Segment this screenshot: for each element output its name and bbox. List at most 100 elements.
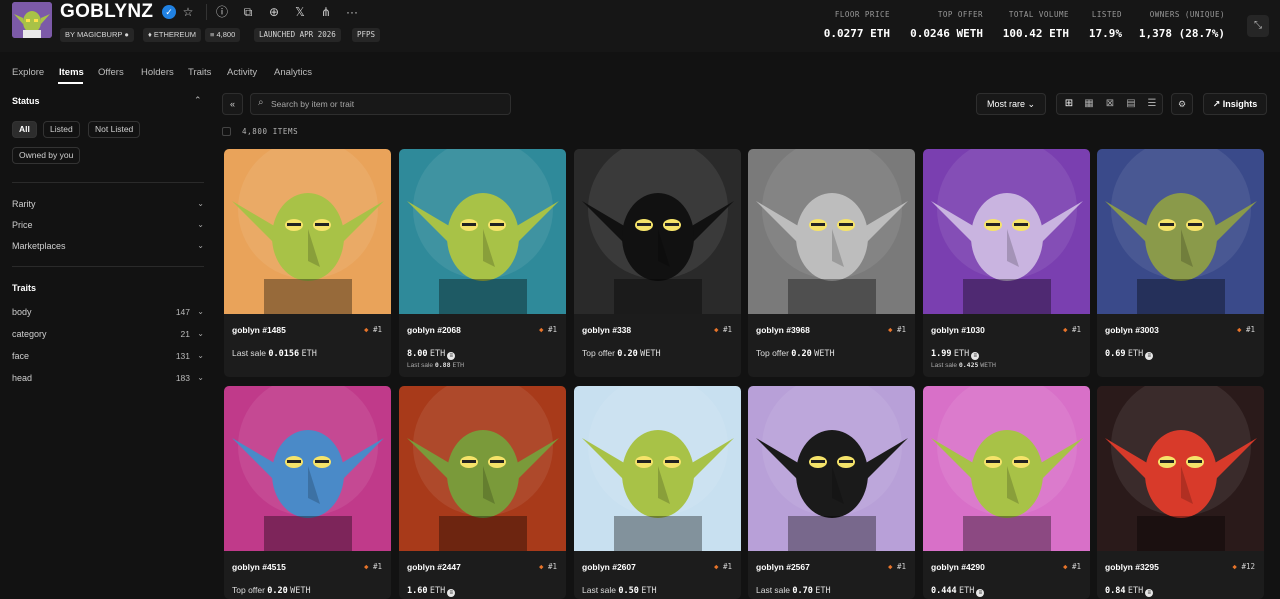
launch-chip: LAUNCHED APR 2026 [254, 28, 341, 42]
tab-offers[interactable]: Offers [98, 67, 124, 78]
star-icon[interactable]: ☆ [179, 3, 197, 21]
tab-explore[interactable]: Explore [12, 67, 44, 78]
nft-price: 0.444 ETH ≡ [931, 585, 985, 597]
rarity-rank: ◆ #1 [887, 562, 906, 571]
status-all-pill[interactable]: All [12, 121, 37, 138]
trait-body[interactable]: body 147 ⌄ [12, 307, 204, 317]
rarity-rank: ◆ #1 [887, 325, 906, 334]
nft-artwork[interactable] [574, 149, 741, 314]
rarity-rank: ◆ #1 [538, 325, 557, 334]
nft-name[interactable]: goblyn #2567 [756, 562, 810, 572]
rarity-diamond-icon: ◆ [1232, 562, 1237, 571]
filter-rarity[interactable]: Rarity ⌄ [12, 199, 204, 209]
grid-small-icon[interactable]: ⊠ [1102, 97, 1118, 111]
rarity-diamond-icon: ◆ [363, 562, 369, 571]
status-owned-pill[interactable]: Owned by you [12, 147, 81, 164]
tab-analytics[interactable]: Analytics [274, 67, 312, 78]
nft-name[interactable]: goblyn #4515 [232, 562, 286, 572]
chevron-down-icon: ⌄ [197, 241, 204, 250]
stat-floor-price: FLOOR PRICE 0.0277 ETH [823, 10, 890, 40]
collection-avatar[interactable] [12, 2, 52, 38]
nft-name[interactable]: goblyn #3003 [1105, 325, 1159, 335]
list-icon[interactable]: ▤ [1123, 97, 1139, 111]
nft-artwork[interactable] [399, 386, 566, 551]
insights-button[interactable]: ↗ Insights [1203, 93, 1267, 115]
nft-artwork[interactable] [399, 149, 566, 314]
filter-marketplaces[interactable]: Marketplaces ⌄ [12, 241, 204, 251]
tab-holders[interactable]: Holders [141, 67, 174, 78]
nft-card[interactable]: goblyn #1485 ◆ #1 Last sale 0.0156 ETH [224, 149, 391, 377]
category-chip: PFPS [352, 28, 381, 42]
info-icon[interactable]: ⓘ [213, 3, 231, 21]
creator-chip[interactable]: BY MAGICBURP ● [60, 28, 134, 42]
nft-artwork[interactable] [1097, 386, 1264, 551]
nft-name[interactable]: goblyn #2607 [582, 562, 636, 572]
nft-card[interactable]: goblyn #338 ◆ #1 Top offer 0.20 WETH [574, 149, 741, 377]
trait-face[interactable]: face 131 ⌄ [12, 351, 204, 361]
trait-category[interactable]: category 21 ⌄ [12, 329, 204, 339]
nft-card[interactable]: goblyn #4290 ◆ #1 0.444 ETH ≡ [923, 386, 1090, 599]
nft-name[interactable]: goblyn #2447 [407, 562, 461, 572]
search-input[interactable] [271, 96, 506, 112]
nft-card[interactable]: goblyn #3968 ◆ #1 Top offer 0.20 WETH [748, 149, 915, 377]
chevron-down-icon: ⌄ [197, 307, 204, 316]
chevron-up-icon[interactable]: ⌃ [194, 95, 202, 106]
nft-artwork[interactable] [748, 149, 915, 314]
nft-card[interactable]: goblyn #2068 ◆ #1 8.00 ETH ≡ Last sale 0.88… [399, 149, 566, 377]
tab-traits[interactable]: Traits [188, 67, 211, 78]
nft-artwork[interactable] [1097, 149, 1264, 314]
search-box[interactable]: ⌕ [250, 93, 511, 115]
nft-card[interactable]: goblyn #2567 ◆ #1 Last sale 0.70 ETH [748, 386, 915, 599]
nft-name[interactable]: goblyn #1485 [232, 325, 286, 335]
nft-name[interactable]: goblyn #338 [582, 325, 631, 335]
settings-button[interactable]: ⚙ [1171, 93, 1193, 115]
rarity-rank: ◆ #1 [713, 325, 732, 334]
chevron-down-icon: ⌄ [197, 329, 204, 338]
nft-name[interactable]: goblyn #3295 [1105, 562, 1159, 572]
nft-artwork[interactable] [923, 386, 1090, 551]
nft-card[interactable]: goblyn #2447 ◆ #1 1.60 ETH ≡ [399, 386, 566, 599]
nft-name[interactable]: goblyn #3968 [756, 325, 810, 335]
more-options-icon[interactable]: ··· [343, 3, 361, 21]
filter-price[interactable]: Price ⌄ [12, 220, 204, 230]
x-twitter-icon[interactable]: 𝕏 [291, 3, 309, 21]
grid-medium-icon[interactable]: ▦ [1081, 97, 1097, 111]
table-icon[interactable]: ☰ [1144, 97, 1160, 111]
nft-price: Last sale 0.70 ETH [756, 585, 831, 596]
collection-title: GOBLYNZ [60, 1, 154, 22]
share-icon[interactable]: ⋔ [317, 3, 335, 21]
trend-icon: ↗ [1212, 99, 1221, 109]
collapse-sidebar-button[interactable]: « [222, 93, 243, 115]
nft-card[interactable]: goblyn #1030 ◆ #1 1.99 ETH ≡ Last sale 0.42… [923, 149, 1090, 377]
rarity-diamond-icon: ◆ [1062, 325, 1068, 334]
nft-artwork[interactable] [574, 386, 741, 551]
nft-name[interactable]: goblyn #1030 [931, 325, 985, 335]
nft-artwork[interactable] [224, 386, 391, 551]
nft-card[interactable]: goblyn #3003 ◆ #1 0.69 ETH ≡ [1097, 149, 1264, 377]
nft-price: 0.69 ETH ≡ [1105, 348, 1154, 360]
website-icon[interactable]: ⊕ [265, 3, 283, 21]
nft-artwork[interactable] [923, 149, 1090, 314]
rarity-rank: ◆ #1 [363, 325, 382, 334]
eth-coin-icon: ≡ [1145, 352, 1154, 360]
trait-head[interactable]: head 183 ⌄ [12, 373, 204, 383]
tab-activity[interactable]: Activity [227, 67, 257, 78]
nft-artwork[interactable] [748, 386, 915, 551]
copy-icon[interactable]: ⧉ [239, 3, 257, 21]
nft-card[interactable]: goblyn #2607 ◆ #1 Last sale 0.50 ETH [574, 386, 741, 599]
select-all-checkbox[interactable] [222, 127, 231, 136]
nft-artwork[interactable] [224, 149, 391, 314]
chevron-down-icon: ⌄ [197, 351, 204, 360]
grid-large-icon[interactable]: ⊞ [1061, 97, 1077, 111]
expand-icon[interactable]: ⤡ [1247, 15, 1269, 37]
nft-name[interactable]: goblyn #2068 [407, 325, 461, 335]
tab-items[interactable]: Items [59, 67, 84, 78]
nft-card[interactable]: goblyn #4515 ◆ #1 Top offer 0.20 WETH [224, 386, 391, 599]
nft-name[interactable]: goblyn #4290 [931, 562, 985, 572]
nft-card[interactable]: goblyn #3295 ◆ #12 0.84 ETH ≡ [1097, 386, 1264, 599]
rarity-diamond-icon: ◆ [1236, 325, 1242, 334]
status-not-listed-pill[interactable]: Not Listed [88, 121, 141, 138]
eth-coin-icon: ≡ [447, 352, 456, 360]
status-listed-pill[interactable]: Listed [43, 121, 80, 138]
sort-dropdown[interactable]: Most rare ⌄ [976, 93, 1046, 115]
